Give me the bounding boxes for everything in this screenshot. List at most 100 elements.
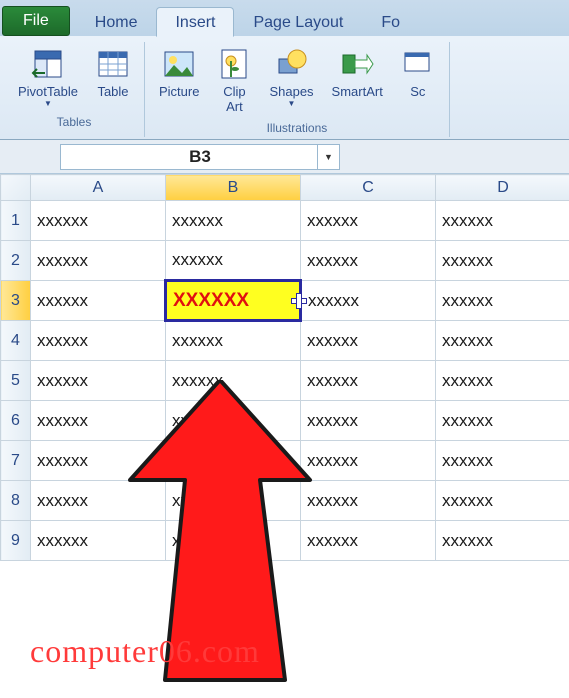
cell-value: xxxxxx [307,331,358,350]
cell[interactable]: xxxxxx [436,361,569,401]
cell[interactable]: xxxxxx [436,521,569,561]
cell[interactable]: xxxxxx [301,521,436,561]
cell[interactable]: xxxxxx [436,441,569,481]
row-header[interactable]: 9 [1,521,31,561]
grid[interactable]: ABCD1xxxxxxxxxxxxxxxxxxxxxxxx2xxxxxxxxxx… [0,174,569,561]
cell-value: xxxxxx [172,491,223,510]
cell[interactable]: xxxxxx [31,321,166,361]
cell-value: xxxxxx [37,291,88,310]
tab-insert[interactable]: Insert [156,7,234,37]
name-bar: B3 ▼ [0,140,569,174]
cell[interactable]: xxxxxx [301,361,436,401]
cell[interactable]: xxxxxx [301,321,436,361]
name-box[interactable]: B3 ▼ [60,144,340,170]
cell[interactable]: xxxxxx [166,521,301,561]
cell-value: xxxxxx [37,211,88,230]
tab-home[interactable]: Home [76,7,157,36]
cell[interactable]: xxxxxx [31,441,166,481]
column-header[interactable]: B [166,175,301,201]
shapes-label: Shapes [269,84,313,99]
pivottable-icon [31,47,65,81]
row-header[interactable]: 8 [1,481,31,521]
active-cell[interactable]: XXXXXX [166,281,301,321]
cell-value: xxxxxx [37,491,88,510]
cell[interactable]: xxxxxx [301,201,436,241]
cell[interactable]: xxxxxx [436,241,569,281]
row-header[interactable]: 6 [1,401,31,441]
cell-value: xxxxxx [37,371,88,390]
cell-value: xxxxxx [442,331,493,350]
cell[interactable]: xxxxxx [31,401,166,441]
cell-value: xxxxxx [442,291,493,310]
cell[interactable]: xxxxxx [166,481,301,521]
group-illustrations: Picture Clip Art Shapes ▼ [145,42,450,137]
cell[interactable]: xxxxxx [301,401,436,441]
corner-cell[interactable] [1,175,31,201]
cell[interactable]: xxxxxx [31,481,166,521]
cell-value: xxxxxx [442,451,493,470]
cell-value: xxxxxx [172,250,223,269]
cell[interactable]: xxxxxx [31,201,166,241]
shapes-button[interactable]: Shapes ▼ [263,44,319,111]
chevron-down-icon: ▼ [324,152,333,162]
cell[interactable]: xxxxxx [166,241,301,281]
table-button[interactable]: Table [90,44,136,102]
ribbon-body: PivotTable ▼ Table Tables Picture [0,36,569,139]
screenshot-button[interactable]: Sc [395,44,441,102]
cell[interactable]: xxxxxx [31,361,166,401]
cell[interactable]: xxxxxx [166,361,301,401]
cell[interactable]: xxxxxx [166,441,301,481]
cell-value: xxxxxx [442,211,493,230]
cell-value: xxxxxx [442,411,493,430]
cell-value: xxxxxx [307,451,358,470]
cell-value: xxxxxx [37,451,88,470]
pivottable-label: PivotTable [18,84,78,99]
cell[interactable]: xxxxxx [301,441,436,481]
cell[interactable]: xxxxxx [436,401,569,441]
cell[interactable]: xxxxxx [436,201,569,241]
chevron-down-icon: ▼ [44,99,52,108]
cell[interactable]: xxxxxx [436,481,569,521]
spreadsheet[interactable]: ABCD1xxxxxxxxxxxxxxxxxxxxxxxx2xxxxxxxxxx… [0,174,569,561]
cell[interactable]: xxxxxx [436,321,569,361]
cell[interactable]: xxxxxx [301,481,436,521]
cell[interactable]: xxxxxx [166,401,301,441]
cell-value: xxxxxx [307,251,358,270]
column-header[interactable]: C [301,175,436,201]
cell-value: xxxxxx [307,371,358,390]
cell-value: xxxxxx [442,251,493,270]
ribbon: File Home Insert Page Layout Fo PivotTab… [0,0,569,140]
row-header[interactable]: 3 [1,281,31,321]
cell[interactable]: xxxxxx [301,241,436,281]
row-header[interactable]: 4 [1,321,31,361]
column-header[interactable]: A [31,175,166,201]
smartart-button[interactable]: SmartArt [326,44,389,102]
pivottable-button[interactable]: PivotTable ▼ [12,44,84,111]
row-header[interactable]: 7 [1,441,31,481]
cell[interactable]: xxxxxx [436,281,569,321]
cell[interactable]: xxxxxx [31,281,166,321]
tab-pagelayout[interactable]: Page Layout [234,7,362,36]
cell-value: xxxxxx [172,411,223,430]
picture-button[interactable]: Picture [153,44,205,102]
row-header[interactable]: 1 [1,201,31,241]
tab-file[interactable]: File [2,6,70,36]
fill-handle[interactable] [291,293,305,307]
cell-value: xxxxxx [307,531,358,550]
table-icon [96,47,130,81]
cell-value: xxxxxx [308,291,359,310]
cell[interactable]: xxxxxx [166,321,301,361]
row-header[interactable]: 5 [1,361,31,401]
picture-label: Picture [159,84,199,99]
row-header[interactable]: 2 [1,241,31,281]
cell[interactable]: xxxxxx [301,281,436,321]
column-header[interactable]: D [436,175,569,201]
cell[interactable]: xxxxxx [31,521,166,561]
tab-formulas[interactable]: Fo [362,7,419,36]
cell[interactable]: xxxxxx [166,201,301,241]
name-box-dropdown[interactable]: ▼ [317,145,339,169]
chevron-down-icon: ▼ [288,99,296,108]
clipart-label: Clip Art [223,84,245,114]
clipart-button[interactable]: Clip Art [211,44,257,117]
cell[interactable]: xxxxxx [31,241,166,281]
